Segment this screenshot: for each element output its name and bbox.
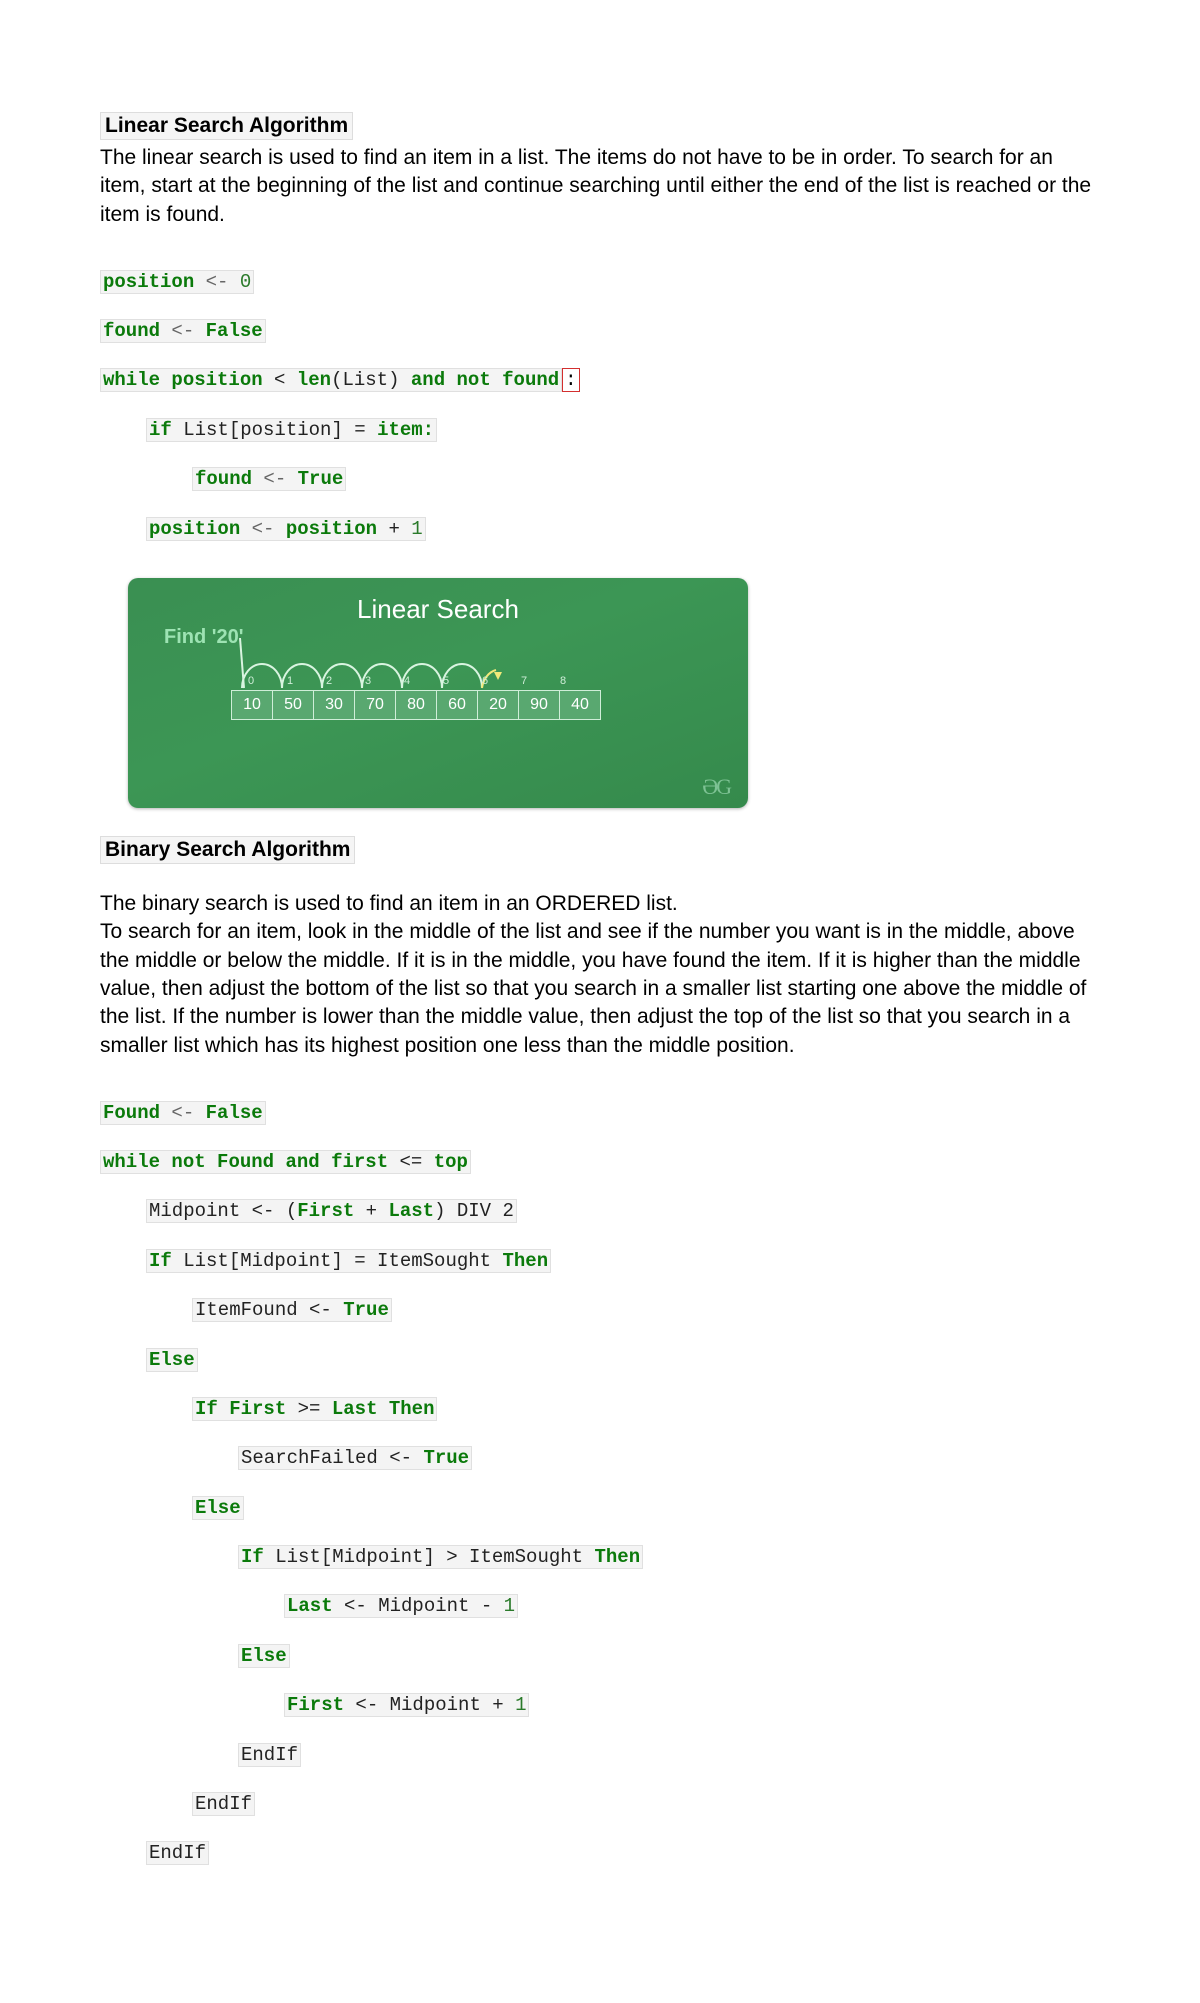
paragraph-binary-1: The binary search is used to find an ite… (100, 890, 1100, 918)
array-cell: 30 (313, 690, 355, 720)
diagram-index-row: 0 1 2 3 4 5 6 7 8 (232, 675, 583, 687)
code-binary-search: Found <- False while not Found and first… (100, 1076, 1100, 1891)
paragraph-binary-2: To search for an item, look in the middl… (100, 918, 1100, 1060)
diagram-watermark: ƏG (702, 774, 730, 800)
paragraph-linear: The linear search is used to find an ite… (100, 144, 1100, 229)
array-cell: 40 (559, 690, 601, 720)
diagram-array-row: 10 50 30 70 80 60 20 90 40 (232, 690, 601, 720)
array-cell: 90 (518, 690, 560, 720)
array-cell: 60 (436, 690, 478, 720)
array-cell: 50 (272, 690, 314, 720)
array-cell: 80 (395, 690, 437, 720)
code-linear-search: position <- 0 found <- False while posit… (100, 245, 1100, 566)
linear-search-diagram: Linear Search Find '20' 0 1 2 (128, 578, 748, 808)
heading-binary: Binary Search Algorithm (100, 836, 355, 864)
heading-linear: Linear Search Algorithm (100, 112, 353, 140)
array-cell: 20 (477, 690, 519, 720)
array-cell: 10 (231, 690, 273, 720)
diagram-title: Linear Search (146, 594, 730, 625)
array-cell: 70 (354, 690, 396, 720)
document-page: Linear Search Algorithm The linear searc… (0, 0, 1200, 2003)
